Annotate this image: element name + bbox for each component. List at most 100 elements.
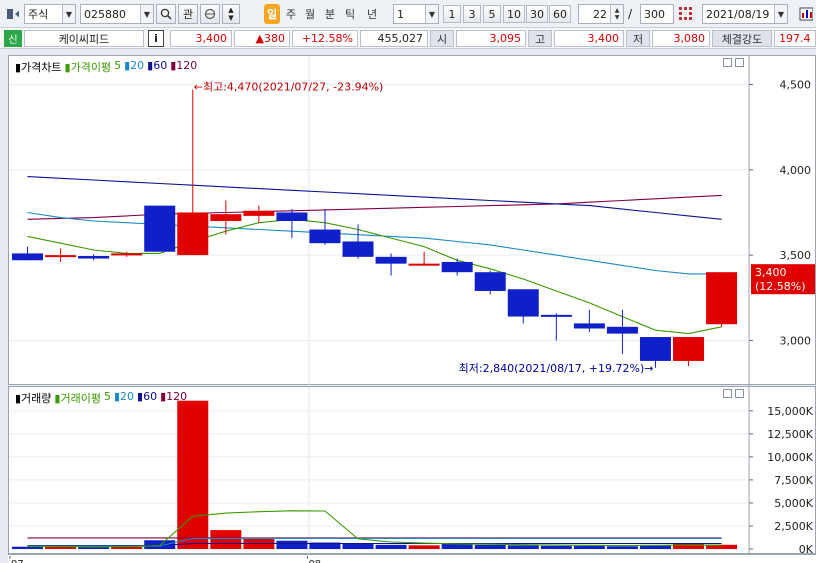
multiplier-select[interactable]: 1 ▼ [393, 4, 439, 24]
y-tick-label: 3,000 [780, 334, 812, 347]
candle-body [441, 261, 473, 273]
market-select-value: 주식 [28, 8, 49, 21]
candle-body [639, 337, 671, 361]
legend-item[interactable]: ▮120 [160, 390, 187, 406]
legend-item[interactable]: ▮가격차트 [15, 59, 62, 75]
minimize-icon[interactable] [723, 58, 732, 67]
interval-30-button[interactable]: 30 [526, 5, 548, 23]
credit-tag: 신 [4, 30, 22, 47]
caret-up-icon[interactable]: ▲ [228, 6, 233, 14]
interval-label: 3 [468, 7, 476, 21]
date-picker[interactable]: 2021/08/19 ▼ [702, 4, 788, 24]
y-tick-label: 12,500K [767, 428, 813, 441]
period-minute[interactable]: 분 [322, 4, 338, 24]
legend-item[interactable]: 5 [104, 390, 111, 406]
link-button[interactable] [200, 4, 220, 24]
interval-label: 30 [530, 7, 544, 21]
price-legend: ▮가격차트 ▮가격이평 5 ▮20 ▮60 ▮120 [15, 59, 197, 75]
market-select[interactable]: 주식 ▼ [24, 4, 76, 24]
interest-button[interactable]: 관 [178, 4, 198, 24]
y-tick-label: 3,500 [780, 249, 812, 262]
period-year[interactable]: 년 [364, 4, 380, 24]
y-tick-label: 4,500 [780, 78, 812, 91]
low-annotation: 최저:2,840(2021/08/17, +19.72%)→ [459, 362, 654, 375]
y-tick-label: 10,000K [767, 451, 813, 464]
calendar-dropdown-icon: ▼ [774, 5, 787, 23]
count-separator: / [628, 7, 633, 21]
legend-item[interactable]: ▮60 [147, 59, 167, 75]
legend-item[interactable]: ▮가격이평 [65, 59, 112, 75]
legend-item[interactable]: ▮거래량 [15, 390, 51, 406]
close-icon[interactable] [735, 58, 744, 67]
last-price-label: 3,400 [755, 266, 787, 279]
legend-item[interactable]: ▮20 [114, 390, 134, 406]
interval-1-button[interactable]: 1 [443, 5, 461, 23]
candle-body [673, 337, 705, 361]
search-button[interactable] [156, 4, 176, 24]
quote-bar: 신 케이씨피드 i 3,400 ▲380 +12.58% 455,027 시 3… [0, 28, 816, 49]
toolbar: 주식 ▼ 025880 ▼ 관 ▲ ▼ 일 주 월 분 틱 년 1 ▼ 1 3 5 [0, 0, 816, 28]
price-chart-panel[interactable]: 4,500 4,000 3,500 3,000 ←최고:4,470(2021/07/27… [8, 55, 816, 386]
info-button[interactable]: i [148, 30, 164, 47]
high-price: 3,400 [554, 30, 624, 47]
panel-toggle-icon[interactable] [4, 4, 22, 24]
y-tick-label: 15,000K [767, 405, 813, 418]
volume-chart-svg: 15,000K12,500K10,000K7,500K5,000K2,500K0… [9, 387, 814, 555]
y-tick-label: 2,500K [774, 520, 813, 533]
strength-label: 체결강도 [712, 30, 772, 47]
period-day[interactable]: 일 [264, 4, 280, 24]
candle-body [276, 212, 308, 221]
candle-body [12, 253, 44, 261]
date-axis: 07 08 [8, 554, 816, 563]
interval-label: 5 [488, 7, 496, 21]
count-total-input[interactable]: 300 [640, 4, 674, 24]
candle-body [210, 214, 242, 221]
volume-chart-panel[interactable]: 15,000K 12,500K 10,000K 7,500K 5,000K 2,500K 0… [8, 386, 816, 555]
caret-down-icon[interactable]: ▼ [228, 14, 233, 22]
ma20-line [27, 211, 722, 275]
stock-stepper[interactable]: ▲ ▼ [222, 4, 240, 24]
interval-10-button[interactable]: 10 [503, 5, 525, 23]
legend-item[interactable]: ▮20 [124, 59, 144, 75]
period-tick[interactable]: 틱 [342, 4, 358, 24]
chart-type-icon[interactable] [796, 4, 816, 24]
legend-item[interactable]: ▮120 [170, 59, 197, 75]
interval-label: 10 [507, 7, 521, 21]
interval-60-button[interactable]: 60 [549, 5, 571, 23]
count-input[interactable]: 22 ▲ ▼ [578, 4, 624, 24]
candle-body [45, 255, 77, 258]
candle-body [375, 256, 407, 264]
change-percent: +12.58% [292, 30, 358, 47]
ma5-line [27, 218, 722, 335]
legend-item[interactable]: ▮거래이평 [54, 390, 101, 406]
candle-body [309, 229, 341, 244]
volume-bar [507, 545, 539, 549]
close-icon[interactable] [735, 389, 744, 398]
high-annotation: ←최고:4,470(2021/07/27, -23.94%) [194, 81, 384, 94]
date-axis-svg: 07 08 [9, 556, 321, 563]
volume-bar [474, 544, 506, 549]
minimize-icon[interactable] [723, 389, 732, 398]
open-price: 3,095 [456, 30, 526, 47]
interest-button-label: 관 [182, 8, 194, 21]
ma60-line [27, 176, 722, 220]
volume-bar [111, 546, 143, 549]
legend-item[interactable]: ▮60 [137, 390, 157, 406]
candle-body [342, 241, 374, 257]
current-price: 3,400 [170, 30, 232, 47]
interval-3-button[interactable]: 3 [463, 5, 481, 23]
interval-label: 60 [553, 7, 567, 21]
count-stepper-icon[interactable]: ▲ ▼ [610, 5, 623, 23]
settings-grid-icon[interactable] [676, 4, 696, 24]
candle-body [606, 326, 638, 334]
volume-bar [177, 400, 209, 549]
legend-item[interactable]: 5 [114, 59, 121, 75]
period-week[interactable]: 주 [283, 4, 299, 24]
period-month[interactable]: 월 [302, 4, 318, 24]
interval-5-button[interactable]: 5 [483, 5, 501, 23]
open-label: 시 [430, 30, 454, 47]
stock-code-input[interactable]: 025880 ▼ [80, 4, 154, 24]
multiplier-value: 1 [397, 7, 404, 21]
date-value: 2021/08/19 [706, 7, 770, 21]
candle-body [177, 212, 209, 256]
